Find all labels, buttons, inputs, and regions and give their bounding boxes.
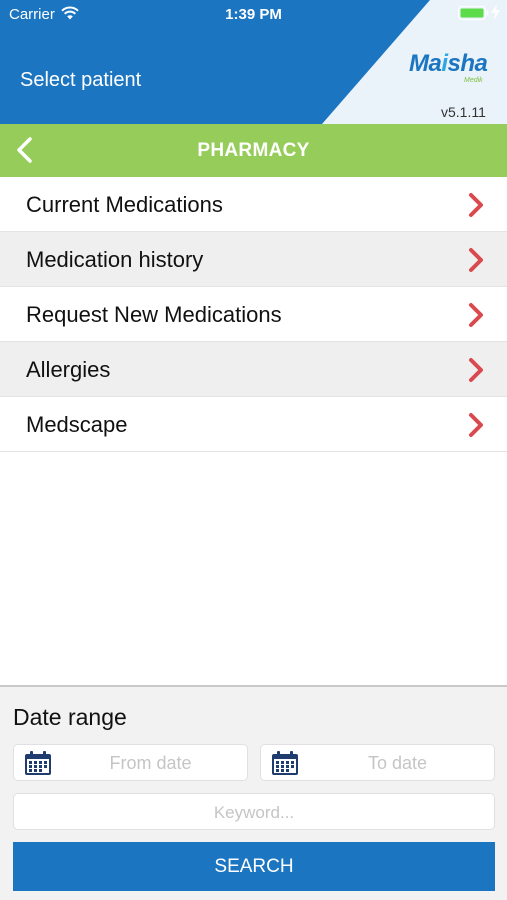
menu-item-medication-history[interactable]: Medication history: [0, 232, 507, 287]
menu-item-label: Medication history: [26, 247, 204, 272]
from-date-field[interactable]: From date: [13, 744, 248, 781]
calendar-icon[interactable]: [271, 750, 299, 776]
status-time: 1:39 PM: [225, 6, 282, 23]
section-title: PHARMACY: [197, 140, 310, 161]
battery-icon: [458, 6, 489, 20]
menu-item-current-medications[interactable]: Current Medications: [0, 177, 507, 232]
menu-item-medscape[interactable]: Medscape: [0, 397, 507, 452]
app-version: v5.1.11: [441, 104, 486, 120]
to-date-field[interactable]: To date: [260, 744, 495, 781]
logo-subtitle: Medik: [464, 77, 483, 84]
status-bar: Carrier 1:39 PM: [0, 0, 507, 28]
charging-icon: [491, 4, 500, 20]
maisha-logo: Maisha: [409, 50, 488, 77]
calendar-icon[interactable]: [24, 750, 52, 776]
filter-panel: Date range From date To date Keyword... …: [0, 685, 507, 900]
chevron-right-icon: [469, 358, 483, 382]
keyword-placeholder: Keyword...: [213, 803, 295, 822]
menu-item-label: Medscape: [26, 412, 128, 437]
to-date-placeholder: To date: [367, 753, 428, 773]
pharmacy-menu: Current Medications Medication history R…: [0, 177, 507, 452]
search-button[interactable]: SEARCH: [13, 842, 495, 891]
keyword-input[interactable]: Keyword...: [13, 793, 495, 830]
chevron-right-icon: [469, 248, 483, 272]
menu-item-label: Request New Medications: [26, 302, 282, 327]
section-bar: PHARMACY: [0, 124, 507, 177]
select-patient-button[interactable]: Select patient: [20, 69, 141, 92]
chevron-right-icon: [469, 193, 483, 217]
chevron-right-icon: [469, 413, 483, 437]
chevron-right-icon: [469, 303, 483, 327]
menu-item-request-new-medications[interactable]: Request New Medications: [0, 287, 507, 342]
menu-item-allergies[interactable]: Allergies: [0, 342, 507, 397]
app-header: Carrier 1:39 PM Select patient Maisha Me…: [0, 0, 507, 124]
from-date-placeholder: From date: [109, 753, 192, 773]
date-range-label: Date range: [13, 704, 127, 730]
menu-item-label: Current Medications: [26, 192, 223, 217]
menu-item-label: Allergies: [26, 357, 111, 382]
